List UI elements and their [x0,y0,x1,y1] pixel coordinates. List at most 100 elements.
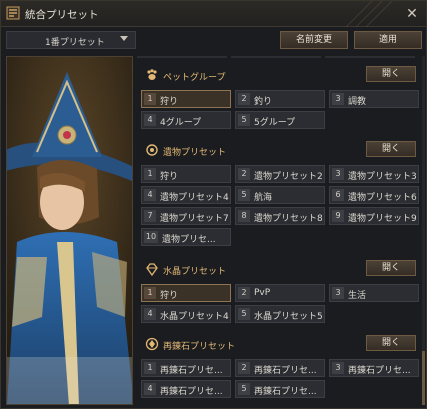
slot-label: 遺物プリセ... [162,235,216,245]
reforge-slot-3[interactable]: 3 再錬石プリセ... [329,359,419,377]
slot-label: 釣り [254,97,273,107]
scrollbar-thumb[interactable] [422,351,425,405]
reforge-stone-icon [145,337,159,351]
pet-slot-4[interactable]: 4 4グループ [141,111,231,129]
slot-number: 1 [144,362,156,374]
preset-group-list[interactable]: ペットグループ 開く 1 狩り 2 釣り 3 調教 4 4グループ 5 5グルー… [137,56,420,405]
slot-number: 7 [144,210,156,222]
crystal-slot-3[interactable]: 3 生活 [329,284,419,302]
slot-label: 遺物プリセット2 [254,172,323,182]
reforge-group-title: 再錬石プリセット [163,342,236,352]
slot-number: 4 [144,383,156,395]
slot-label: 再錬石プリセ... [160,387,223,397]
slot-number: 5 [238,383,250,395]
slot-number: 9 [332,210,344,222]
relic-slot-5[interactable]: 5 航海 [235,186,325,204]
slot-label: 狩り [160,172,179,182]
slot-number: 6 [332,189,344,201]
slot-label: 調教 [348,97,367,107]
relic-group-open-button[interactable]: 開く [366,141,416,157]
relic-slot-10[interactable]: 10 遺物プリセ... [141,228,231,246]
slot-label: 狩り [160,97,179,107]
crystal-group-open-button[interactable]: 開く [366,260,416,276]
relic-slot-3[interactable]: 3 遺物プリセット3 [329,165,419,183]
slot-label: 5グループ [254,118,296,128]
slot-label: 生活 [348,291,367,301]
slot-number: 4 [144,114,156,126]
title-bar[interactable]: 統合プリセット ✕ [1,1,426,27]
relic-slot-6[interactable]: 6 遺物プリセット6 [329,186,419,204]
pet-slot-2[interactable]: 2 釣り [235,90,325,108]
slot-label: 再錬石プリセ... [254,366,317,376]
reforge-slot-5[interactable]: 5 再錬石プリセ... [235,380,325,398]
chevron-down-icon [120,36,128,41]
slot-number: 2 [238,287,250,299]
slot-number: 5 [238,308,250,320]
slot-label: 再錬石プリセ... [160,366,223,376]
pet-group-title: ペットグループ [163,73,226,83]
relic-slot-4[interactable]: 4 遺物プリセット4 [141,186,231,204]
slot-number: 2 [238,168,250,180]
rename-button[interactable]: 名前変更 [280,31,348,49]
slot-label: 水晶プリセット4 [160,312,229,322]
slot-number: 3 [332,93,344,105]
relic-slot-9[interactable]: 9 遺物プリセット9 [329,207,419,225]
crystal-slot-4[interactable]: 4 水晶プリセット4 [141,305,231,323]
preset-select-dropdown[interactable]: 1番プリセット [6,31,136,49]
toolbar: 1番プリセット 名前変更 適用 [1,27,426,53]
pet-slot-1[interactable]: 1 狩り [141,90,231,108]
crystal-slot-1[interactable]: 1 狩り [141,284,231,302]
preset-select-value: 1番プリセット [45,38,105,48]
slot-number: 1 [144,93,156,105]
reforge-slot-1[interactable]: 1 再錬石プリセ... [141,359,231,377]
close-icon[interactable]: ✕ [404,6,420,22]
title-decoration-icon [346,1,393,27]
reforge-group-open-button[interactable]: 開く [366,335,416,351]
reforge-group-header: 再錬石プリセット 開く [137,334,420,356]
slot-number: 1 [144,287,156,299]
window-title: 統合プリセット [25,9,99,21]
slot-label: 航海 [254,193,273,203]
relic-slot-2[interactable]: 2 遺物プリセット2 [235,165,325,183]
list-scrollbar[interactable] [422,56,425,405]
pet-slot-5[interactable]: 5 5グループ [235,111,325,129]
reforge-slot-4[interactable]: 4 再錬石プリセ... [141,380,231,398]
slot-label: 狩り [160,291,179,301]
relic-slot-1[interactable]: 1 狩り [141,165,231,183]
slot-label: 遺物プリセット4 [160,193,229,203]
slot-number: 4 [144,308,156,320]
relic-group-header: 遺物プリセット 開く [137,140,420,162]
slot-number: 4 [144,189,156,201]
slot-number: 1 [144,168,156,180]
slot-label: 遺物プリセット6 [348,193,417,203]
list-item-partial [137,56,420,58]
crystal-slot-2[interactable]: 2 PvP [235,284,325,302]
slot-number: 10 [144,231,158,243]
relic-group-title: 遺物プリセット [163,148,227,158]
pet-slot-3[interactable]: 3 調教 [329,90,419,108]
relic-slot-7[interactable]: 7 遺物プリセット7 [141,207,231,225]
pet-group-header: ペットグループ 開く [137,65,420,87]
crystal-slot-5[interactable]: 5 水晶プリセット5 [235,305,325,323]
slot-number: 3 [332,168,344,180]
slot-number: 8 [238,210,250,222]
pet-group-open-button[interactable]: 開く [366,66,416,82]
slot-number: 2 [238,362,250,374]
slot-label: 再錬石プリセ... [254,387,317,397]
relic-slot-8[interactable]: 8 遺物プリセット8 [235,207,325,225]
slot-number: 3 [332,362,344,374]
apply-button[interactable]: 適用 [354,31,422,49]
slot-label: 4グループ [160,118,202,128]
slot-label: 再錬石プリセ... [348,366,411,376]
slot-label: 遺物プリセット7 [160,214,229,224]
reforge-slot-2[interactable]: 2 再錬石プリセ... [235,359,325,377]
slot-number: 5 [238,189,250,201]
slot-label: 遺物プリセット3 [348,172,417,182]
character-portrait [6,56,133,405]
slot-number: 3 [332,287,344,299]
slot-label: PvP [254,288,271,298]
integrated-preset-window: 統合プリセット ✕ 1番プリセット 名前変更 適用 ペットグループ 開く 1 狩… [0,0,427,409]
slot-label: 遺物プリセット8 [254,214,323,224]
relic-icon [146,144,158,156]
paw-icon [147,69,157,80]
